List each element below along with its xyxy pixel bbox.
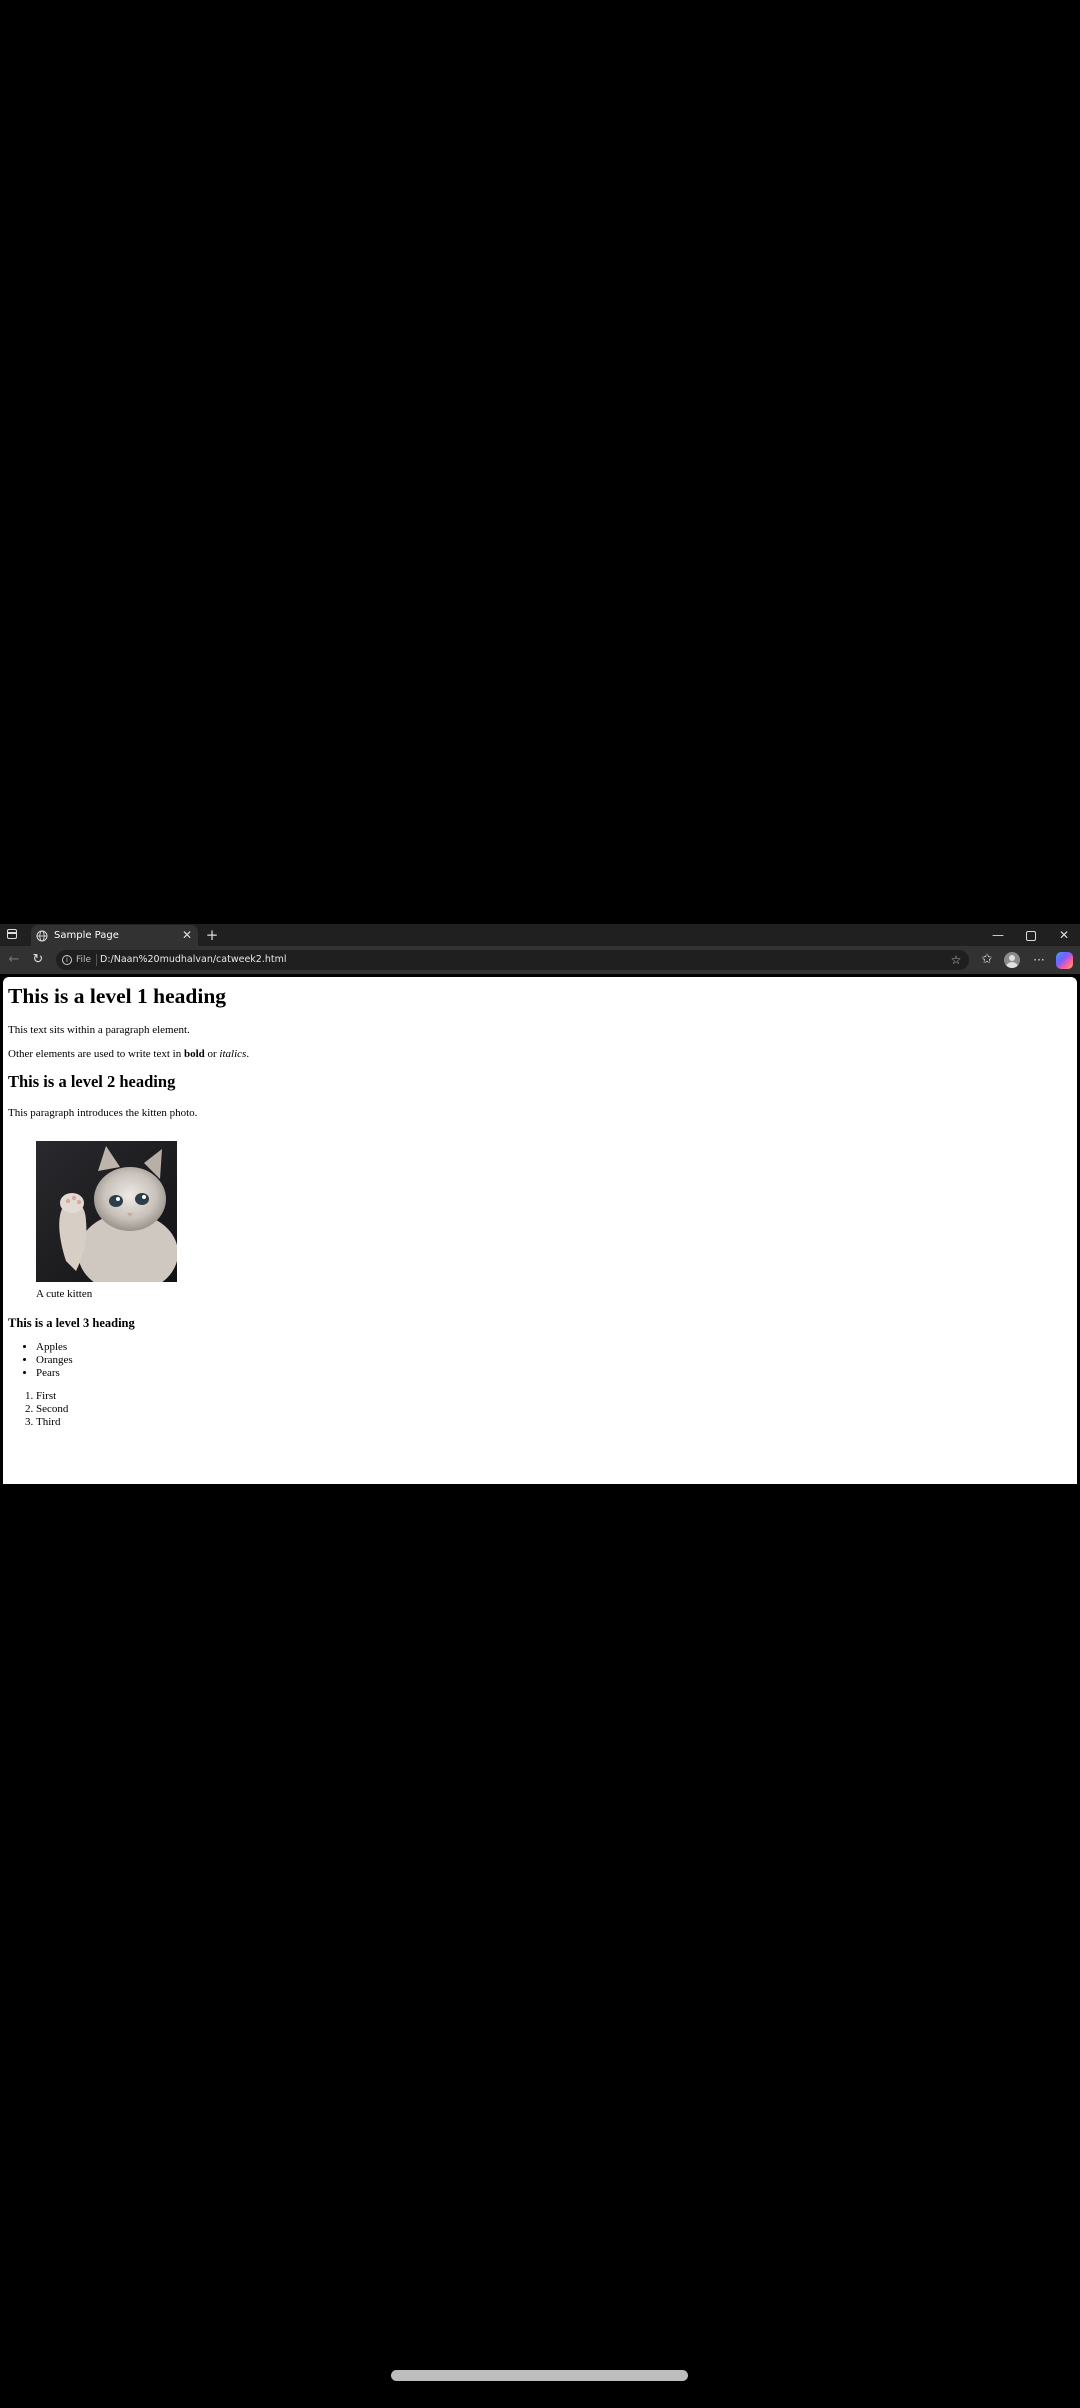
list-item: Pears: [36, 1367, 73, 1380]
tab-title: Sample Page: [54, 930, 119, 941]
restore-icon[interactable]: [1021, 926, 1041, 944]
plus-icon[interactable]: +: [204, 927, 220, 943]
copilot-icon[interactable]: [1056, 952, 1073, 969]
bold-text: bold: [183, 1048, 205, 1060]
paragraph-2-text-b: or: [204, 1048, 220, 1060]
kitten-photo: [36, 1141, 177, 1282]
ordered-list: First Second Third: [3, 1390, 68, 1429]
address-bar[interactable]: i File D:/Naan%20mudhalvan/catweek2.html…: [56, 950, 969, 970]
close-icon[interactable]: ✕: [180, 928, 194, 942]
more-icon[interactable]: ···: [1030, 951, 1048, 969]
paragraph-2-text-c: .: [246, 1048, 250, 1060]
paragraph-1: This text sits within a paragraph elemen…: [8, 1024, 190, 1036]
page-heading-3: This is a level 3 heading: [8, 1316, 135, 1330]
close-window-icon[interactable]: ✕: [1054, 926, 1074, 944]
profile-icon[interactable]: [1004, 952, 1020, 968]
paragraph-2-text-a: Other elements are used to write text in: [8, 1048, 184, 1060]
star-icon[interactable]: ☆: [949, 953, 963, 967]
paragraph-3: This paragraph introduces the kitten pho…: [8, 1107, 198, 1119]
italic-text: italics: [219, 1048, 247, 1060]
web-page-content: This is a level 1 heading This text sits…: [3, 977, 1077, 1484]
list-item: Apples: [36, 1341, 73, 1354]
list-item: Third: [36, 1416, 68, 1429]
browser-toolbar: ← ↻ i File D:/Naan%20mudhalvan/catweek2.…: [0, 946, 1080, 974]
scheme-label: File: [76, 955, 92, 965]
unordered-list: Apples Oranges Pears: [3, 1341, 73, 1380]
browser-window: Sample Page ✕ + — ✕ ← ↻ i File D:/Naan%2…: [0, 924, 1080, 1484]
favorites-icon[interactable]: ✩: [978, 951, 996, 969]
list-item: Oranges: [36, 1354, 73, 1367]
refresh-icon[interactable]: ↻: [29, 951, 47, 969]
address-separator: [96, 954, 97, 966]
page-heading-2: This is a level 2 heading: [8, 1072, 176, 1091]
paragraph-2: Other elements are used to write text in…: [8, 1047, 249, 1061]
list-item: First: [36, 1390, 68, 1403]
tab-actions-icon[interactable]: [7, 929, 17, 939]
figure-caption: A cute kitten: [36, 1288, 93, 1300]
back-arrow-icon[interactable]: ←: [5, 951, 23, 969]
info-icon[interactable]: i: [62, 955, 72, 965]
home-indicator[interactable]: [391, 2370, 688, 2381]
globe-icon: [36, 930, 48, 942]
url-text[interactable]: D:/Naan%20mudhalvan/catweek2.html: [100, 954, 287, 966]
page-heading-1: This is a level 1 heading: [8, 984, 227, 1008]
tab-bar: Sample Page ✕ + — ✕: [0, 924, 1080, 946]
minimize-icon[interactable]: —: [988, 926, 1008, 944]
tab-sample-page[interactable]: Sample Page ✕: [31, 925, 198, 946]
list-item: Second: [36, 1403, 68, 1416]
